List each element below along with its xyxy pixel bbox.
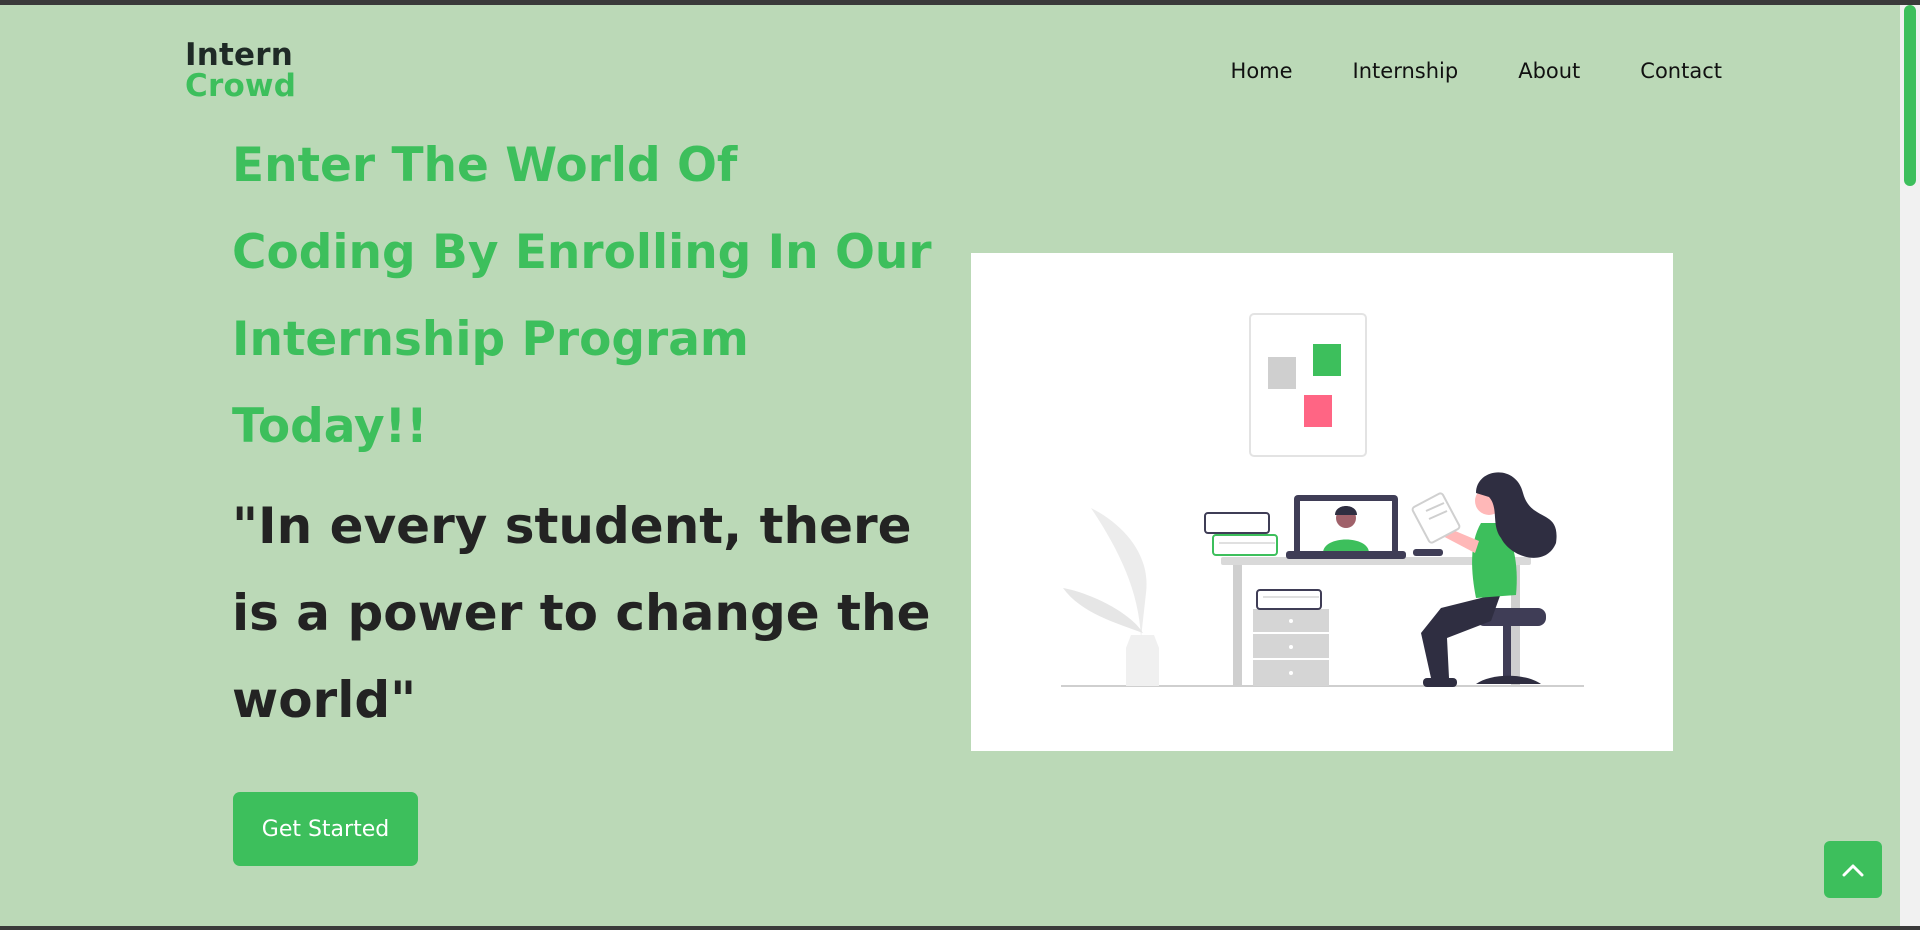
brand-logo-line1: Intern — [185, 37, 294, 73]
scrollbar-thumb[interactable] — [1904, 5, 1916, 186]
hero-illustration — [971, 253, 1673, 751]
brand-logo[interactable]: Intern Crowd — [185, 40, 296, 102]
hero-quote: "In every student, there is a power to c… — [232, 497, 931, 729]
page-scrollbar[interactable] — [1900, 5, 1920, 926]
brand-logo-line2: Crowd — [185, 68, 297, 104]
nav-item-internship[interactable]: Internship — [1353, 59, 1459, 83]
page-viewport: Intern Crowd Home Internship About Conta… — [0, 5, 1900, 926]
hero-headline: Enter The World Of Coding By Enrolling I… — [232, 138, 932, 454]
nav-item-contact[interactable]: Contact — [1640, 59, 1722, 83]
nav-item-home[interactable]: Home — [1231, 59, 1293, 83]
nav-item-about[interactable]: About — [1518, 59, 1580, 83]
online-learning-illustration — [1061, 313, 1584, 687]
get-started-button[interactable]: Get Started — [233, 792, 418, 866]
chevron-up-icon — [1842, 864, 1864, 876]
back-to-top-button[interactable] — [1824, 841, 1882, 898]
main-nav: Home Internship About Contact — [1231, 59, 1722, 83]
